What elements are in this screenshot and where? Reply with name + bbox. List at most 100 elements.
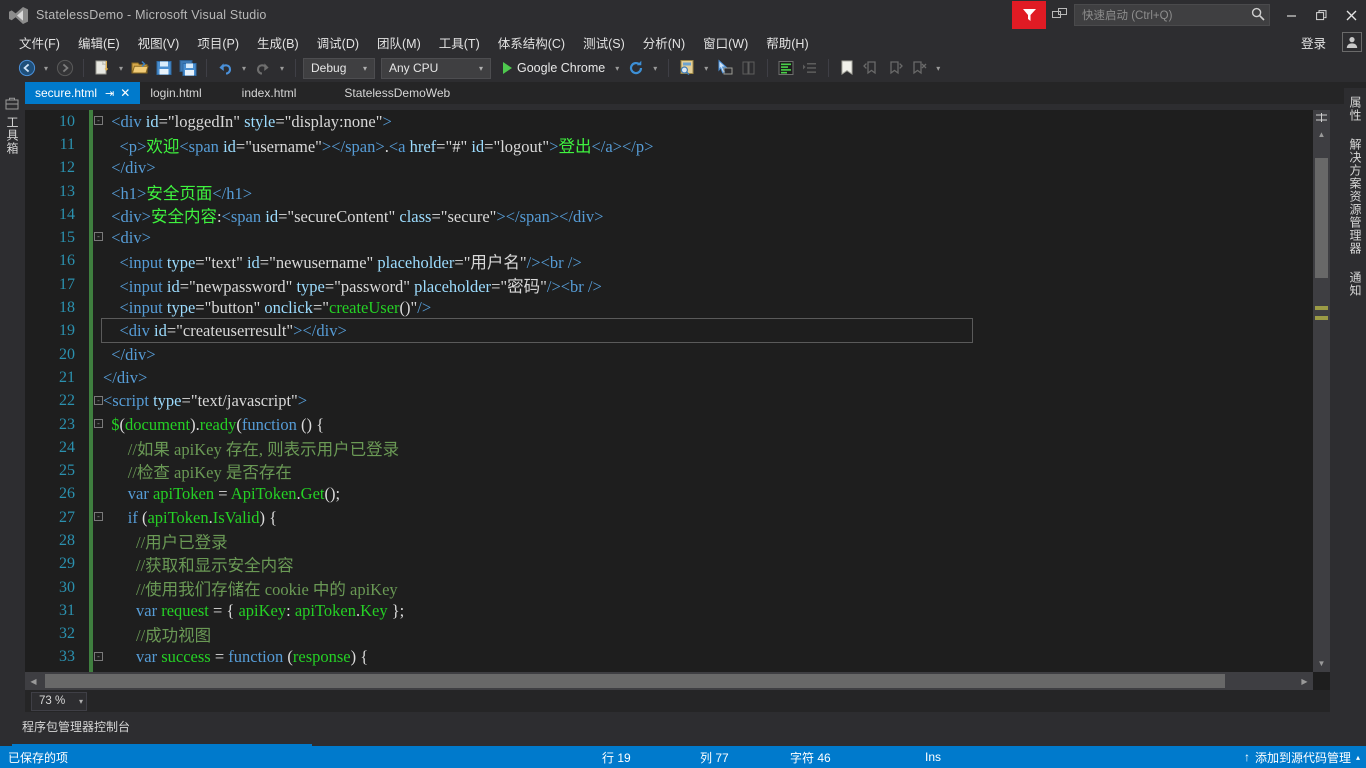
code-line[interactable]: 17 <input id="newpassword" type="passwor… [25, 273, 1313, 297]
code-line[interactable]: 19 <div id="createuserresult"></div> [25, 318, 1313, 344]
status-source-control-group[interactable]: ↑ 添加到源代码管理 ▴ [1244, 749, 1360, 766]
code-line[interactable]: 22 - <script type="text/javascript"> [25, 389, 1313, 414]
account-avatar-icon[interactable] [1342, 32, 1362, 52]
browser-select-dropdown[interactable]: ▾ [611, 57, 623, 79]
menu-build[interactable]: 生成(B) [248, 31, 308, 54]
undo-icon[interactable] [214, 57, 236, 79]
code-line[interactable]: 12 </div> [25, 156, 1313, 181]
dock-tab-solution-explorer[interactable]: 解决方案资源管理器 [1344, 130, 1366, 263]
list-members-icon[interactable] [775, 57, 797, 79]
feedback-flag-icon[interactable] [1012, 1, 1046, 29]
columns-icon[interactable] [738, 57, 760, 79]
browser-refresh-dropdown[interactable]: ▾ [649, 57, 661, 79]
code-line[interactable]: 26 var apiToken = ApiToken.Get(); [25, 482, 1313, 507]
code-line[interactable]: 23 - $(document).ready(function () { [25, 412, 1313, 437]
fold-toggle-icon[interactable]: - [94, 512, 103, 522]
code-editor[interactable]: 10- <div id="loggedIn" style="display:no… [25, 110, 1330, 690]
navigate-forward-icon[interactable] [54, 57, 76, 79]
package-manager-console-tab[interactable]: 程序包管理器控制台 [22, 718, 130, 735]
new-project-dropdown[interactable]: ▾ [115, 57, 127, 79]
menu-test[interactable]: 测试(S) [574, 31, 634, 54]
save-all-icon[interactable] [177, 57, 199, 79]
redo-icon[interactable] [252, 57, 274, 79]
code-line[interactable]: 24 //如果 apiKey 存在, 则表示用户已登录 [25, 436, 1313, 460]
code-line[interactable]: 20 </div> [25, 342, 1313, 367]
chevron-down-icon[interactable]: ▾ [359, 64, 371, 73]
menu-project[interactable]: 项目(P) [188, 31, 248, 54]
menu-edit[interactable]: 编辑(E) [69, 31, 129, 54]
status-source-control-label[interactable]: 添加到源代码管理 [1255, 749, 1351, 766]
browser-refresh-icon[interactable] [625, 57, 647, 79]
scroll-left-icon[interactable]: ◀ [25, 677, 42, 686]
fold-toggle-icon[interactable]: - [94, 651, 103, 661]
menu-architecture[interactable]: 体系结构(C) [489, 31, 574, 54]
menu-view[interactable]: 视图(V) [129, 31, 189, 54]
fold-toggle-icon[interactable]: - [94, 395, 103, 405]
code-line[interactable]: 18 <input type="button" onclick="createU… [25, 296, 1313, 320]
save-icon[interactable] [153, 57, 175, 79]
start-debugging-button[interactable]: Google Chrome [497, 61, 609, 75]
code-line[interactable]: 33 - var success = function (response) { [25, 645, 1313, 670]
code-line[interactable]: 31 var request = { apiKey: apiToken.Key … [25, 599, 1313, 623]
solution-configuration-combo[interactable]: Debug ▾ [303, 57, 375, 79]
code-line[interactable]: 13 <h1>安全页面</h1> [25, 179, 1313, 204]
fold-toggle-icon[interactable]: - [94, 418, 103, 428]
tab-secure-html[interactable]: secure.html ⇥ ✕ [25, 82, 141, 104]
quick-launch-input[interactable]: 快速启动 (Ctrl+Q) [1082, 7, 1251, 23]
menu-debug[interactable]: 调试(D) [308, 31, 368, 54]
close-button[interactable] [1336, 0, 1366, 30]
scroll-down-icon[interactable]: ▼ [1313, 655, 1330, 672]
editor-vertical-scrollbar[interactable]: ▲ ▼ [1313, 110, 1330, 672]
dock-tab-properties[interactable]: 属性 [1344, 88, 1366, 130]
code-line[interactable]: 29 //获取和显示安全内容 [25, 552, 1313, 577]
menu-help[interactable]: 帮助(H) [757, 31, 817, 54]
open-file-icon[interactable] [129, 57, 151, 79]
indent-icon[interactable] [799, 57, 821, 79]
chevron-down-icon[interactable]: ▾ [73, 697, 83, 706]
code-text-area[interactable]: 10- <div id="loggedIn" style="display:no… [25, 110, 1313, 672]
fold-toggle-icon[interactable]: - [94, 232, 103, 242]
menu-team[interactable]: 团队(M) [368, 31, 430, 54]
code-line[interactable]: 16 <input type="text" id="newusername" p… [25, 249, 1313, 274]
code-line[interactable]: 21 </div> [25, 366, 1313, 390]
minimize-button[interactable] [1276, 0, 1306, 30]
code-line[interactable]: 32 //成功视图 [25, 622, 1313, 647]
search-icon[interactable] [1251, 7, 1265, 24]
previous-bookmark-icon[interactable] [860, 57, 882, 79]
vertical-scroll-thumb[interactable] [1315, 158, 1328, 278]
dock-tab-toolbox[interactable]: 工具箱 [0, 110, 25, 161]
scroll-right-icon[interactable]: ▶ [1296, 677, 1313, 686]
find-dropdown[interactable]: ▾ [700, 57, 712, 79]
sign-in-button[interactable]: 登录 [1293, 33, 1334, 52]
fold-toggle-icon[interactable]: - [94, 116, 103, 125]
split-view-icon[interactable] [1313, 110, 1330, 126]
scroll-up-icon[interactable]: ▲ [1313, 126, 1330, 143]
chevron-up-icon[interactable]: ▴ [1356, 753, 1360, 762]
toolbar-overflow-icon[interactable]: ▾ [932, 57, 944, 79]
code-line[interactable]: 15 - <div> [25, 226, 1313, 251]
menu-file[interactable]: 文件(F) [10, 31, 69, 54]
code-line[interactable]: 11 <p>欢迎<span id="username"></span>.<a h… [25, 133, 1313, 157]
notification-window-icon[interactable] [1046, 1, 1074, 29]
zoom-level-combo[interactable]: 73 % ▾ [31, 691, 88, 711]
tab-index-html[interactable]: index.html [212, 82, 307, 104]
code-line[interactable]: 30 //使用我们存储在 cookie 中的 apiKey [25, 575, 1313, 600]
menu-window[interactable]: 窗口(W) [694, 31, 757, 54]
code-line[interactable]: 14 <div>安全内容:<span id="secureContent" cl… [25, 203, 1313, 227]
find-in-files-icon[interactable] [676, 57, 698, 79]
horizontal-scroll-thumb[interactable] [45, 674, 1225, 688]
code-line[interactable]: 10- <div id="loggedIn" style="display:no… [25, 110, 1313, 134]
redo-dropdown[interactable]: ▾ [276, 57, 288, 79]
code-line[interactable]: 27 - if (apiToken.IsValid) { [25, 506, 1313, 530]
select-element-icon[interactable] [714, 57, 736, 79]
dock-tab-notifications[interactable]: 通知 [1344, 263, 1366, 305]
navigate-back-dropdown[interactable]: ▾ [40, 57, 52, 79]
quick-launch-box[interactable]: 快速启动 (Ctrl+Q) [1074, 4, 1270, 26]
code-line[interactable]: 25 //检查 apiKey 是否存在 [25, 459, 1313, 484]
menu-tools[interactable]: 工具(T) [430, 31, 489, 54]
tab-statelessdemoweb[interactable]: StatelessDemoWeb [306, 82, 460, 104]
bookmark-icon[interactable] [836, 57, 858, 79]
undo-dropdown[interactable]: ▾ [238, 57, 250, 79]
solution-platform-combo[interactable]: Any CPU ▾ [381, 57, 491, 79]
navigate-back-icon[interactable] [16, 57, 38, 79]
